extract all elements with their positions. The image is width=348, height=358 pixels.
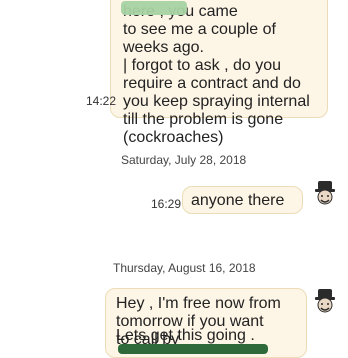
message-time: 16:29 <box>151 197 182 211</box>
message-text: anyone there <box>191 192 285 209</box>
message-text: here , you came to see me a couple of we… <box>123 3 310 146</box>
redaction-blob <box>118 344 268 354</box>
redaction-blob <box>121 1 187 15</box>
message-bubble-1[interactable]: here , you came to see me a couple of we… <box>110 0 328 146</box>
date-separator: Saturday, July 28, 2018 <box>121 153 247 167</box>
chef-hat-avatar-icon[interactable] <box>312 180 338 206</box>
message-bubble-2[interactable]: anyone there <box>182 186 303 214</box>
message-text-continued: Lets get this going . <box>116 327 255 344</box>
chef-hat-avatar-icon[interactable] <box>312 288 338 314</box>
message-time: 14:22 <box>86 94 117 108</box>
date-separator: Thursday, August 16, 2018 <box>113 261 256 275</box>
